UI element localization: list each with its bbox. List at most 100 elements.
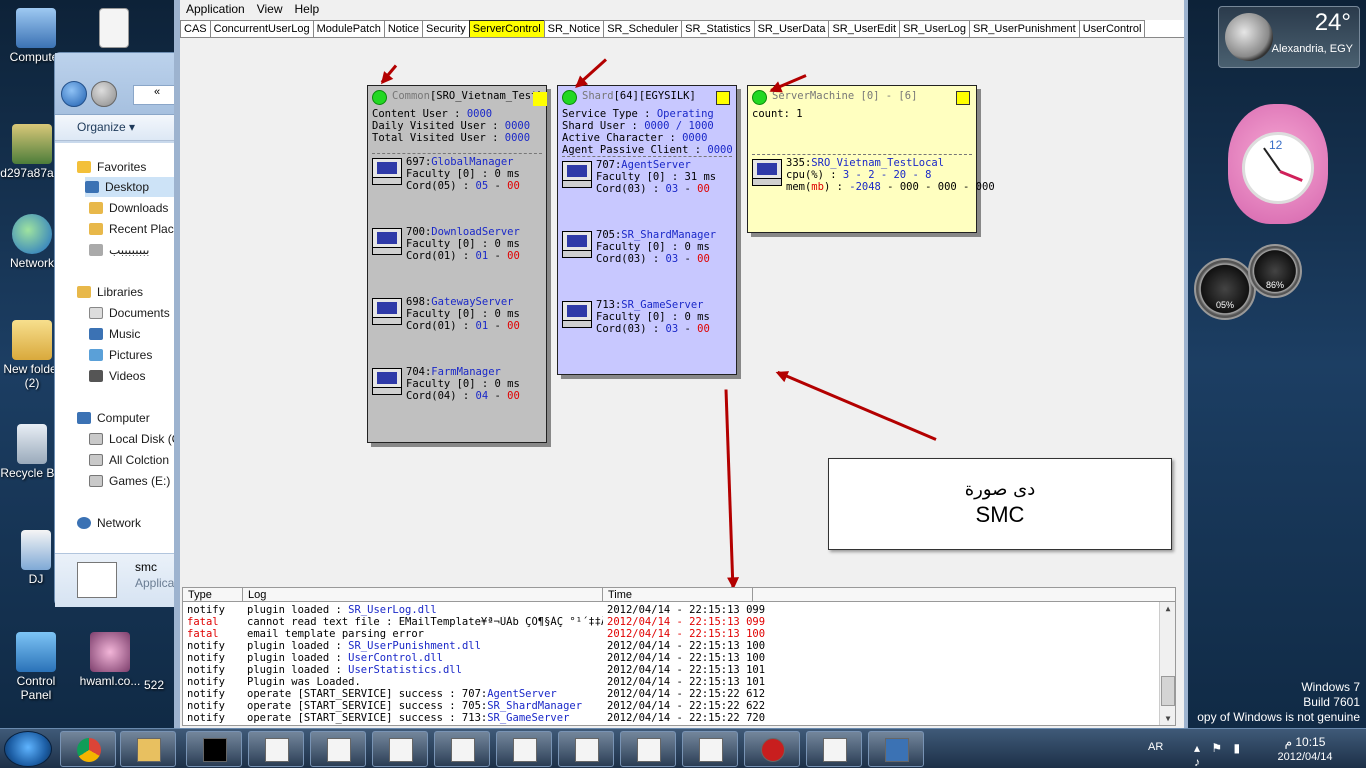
log-row[interactable]: notify plugin loaded : SR_UserPunishment.… bbox=[183, 640, 1161, 652]
scroll-thumb[interactable] bbox=[1161, 676, 1175, 706]
tray-icons[interactable]: ▴ ⚑ ▮ ♪ bbox=[1194, 741, 1258, 768]
weather-gadget[interactable]: 24° Alexandria, EGY bbox=[1218, 6, 1360, 68]
scroll-down-icon[interactable]: ▼ bbox=[1160, 712, 1175, 725]
log-row[interactable]: notify plugin loaded : UserControl.dll 201… bbox=[183, 652, 1161, 664]
taskbar-explorer[interactable] bbox=[120, 731, 176, 767]
scroll-up-icon[interactable]: ▲ bbox=[1160, 602, 1175, 616]
menu-application[interactable]: Application bbox=[180, 0, 251, 19]
star-icon bbox=[77, 161, 91, 173]
desktop-icon-label: hwaml.co... bbox=[79, 674, 141, 688]
log-row[interactable]: notify operate [START_SERVICE] success : … bbox=[183, 700, 1161, 712]
tray-date[interactable]: 2012/04/14 bbox=[1270, 751, 1340, 763]
cpu-meter-gadget[interactable]: 05% 86% bbox=[1190, 244, 1308, 336]
shard-panel[interactable]: Shard[64][EGYSILK] Service Type : Operat… bbox=[557, 85, 737, 375]
log-row[interactable]: notify operate [START_SERVICE] success : … bbox=[183, 712, 1161, 724]
moon-icon bbox=[1225, 13, 1273, 61]
line-value: Operating bbox=[656, 108, 714, 120]
log-time: 2012/04/14 - 22:15:13 101 bbox=[607, 676, 766, 688]
col-time[interactable]: Time bbox=[603, 588, 753, 602]
server-agentserver[interactable]: 707:AgentServer Faculty [0] : 31 ms Cord… bbox=[558, 157, 736, 227]
tab-sr-notice[interactable]: SR_Notice bbox=[543, 20, 605, 37]
taskbar-app[interactable] bbox=[372, 731, 428, 767]
log-row[interactable]: fatal cannot read text file : EMailTempla… bbox=[183, 616, 1161, 628]
col-log[interactable]: Log bbox=[243, 588, 603, 602]
taskbar-app[interactable] bbox=[496, 731, 552, 767]
tab-usercontrol[interactable]: UserControl bbox=[1078, 20, 1146, 37]
taskbar-game[interactable] bbox=[744, 731, 800, 767]
line-value: 0000 / 1000 bbox=[644, 120, 714, 132]
log-row[interactable]: notify plugin loaded : UserStatistics.dll… bbox=[183, 664, 1161, 676]
nav-label: Downloads bbox=[109, 201, 169, 215]
tab-sr-useredit[interactable]: SR_UserEdit bbox=[828, 20, 901, 37]
tab-sr-statistics[interactable]: SR_Statistics bbox=[681, 20, 755, 37]
server-sr-gameserver[interactable]: 713:SR_GameServer Faculty [0] : 0 ms Cor… bbox=[558, 297, 736, 367]
nav-label: Desktop bbox=[105, 180, 150, 194]
server-gatewayserver[interactable]: 698:GatewayServer Faculty [0] : 0 ms Cor… bbox=[368, 294, 546, 364]
taskbar-cmd[interactable] bbox=[186, 731, 242, 767]
tab-cas[interactable]: CAS bbox=[180, 20, 211, 37]
server-downloadserver[interactable]: 700:DownloadServer Faculty [0] : 0 ms Co… bbox=[368, 224, 546, 294]
server-farmmanager[interactable]: 704:FarmManager Faculty [0] : 0 ms Cord(… bbox=[368, 364, 546, 434]
start-button[interactable] bbox=[4, 731, 52, 767]
menu-bar: Application View Help bbox=[180, 0, 1184, 19]
taskbar-smc[interactable] bbox=[806, 731, 862, 767]
tab-sr-userpunishment[interactable]: SR_UserPunishment bbox=[969, 20, 1080, 37]
tab-notice[interactable]: Notice bbox=[383, 20, 424, 37]
taskbar-chrome[interactable] bbox=[60, 731, 116, 767]
server-globalmanager[interactable]: 697:GlobalManager Faculty [0] : 0 ms Cor… bbox=[368, 154, 546, 224]
taskbar-book[interactable] bbox=[868, 731, 924, 767]
menu-help[interactable]: Help bbox=[289, 0, 326, 19]
tab-sr-scheduler[interactable]: SR_Scheduler bbox=[603, 20, 683, 37]
tab-security[interactable]: Security bbox=[422, 20, 470, 37]
server-faculty: Faculty [0] : 0 ms bbox=[406, 378, 520, 390]
server-name: GlobalManager bbox=[431, 156, 514, 168]
common-yellow-marker bbox=[533, 92, 547, 106]
nav-label: Documents bbox=[109, 306, 170, 320]
taskbar-app[interactable] bbox=[558, 731, 614, 767]
tab-modulepatch[interactable]: ModulePatch bbox=[312, 20, 385, 37]
log-type: notify bbox=[187, 712, 225, 724]
taskbar-app[interactable] bbox=[248, 731, 304, 767]
col-type[interactable]: Type bbox=[183, 588, 243, 602]
menu-view[interactable]: View bbox=[251, 0, 289, 19]
taskbar-app[interactable] bbox=[682, 731, 738, 767]
back-arrow-icon[interactable] bbox=[61, 81, 87, 107]
taskbar-app[interactable] bbox=[620, 731, 676, 767]
tab-sr-userdata[interactable]: SR_UserData bbox=[753, 20, 830, 37]
log-link: SR_UserLog.dll bbox=[348, 604, 437, 616]
machine-server-sro-vietnam-testlocal[interactable]: 335:SRO_Vietnam_TestLocal cpu(%) : 3 - 2… bbox=[748, 155, 995, 205]
clock-gadget[interactable]: 12 bbox=[1228, 104, 1328, 224]
cord-a: 01 bbox=[475, 320, 489, 332]
status-green-icon bbox=[752, 90, 767, 105]
servermachine-panel[interactable]: ServerMachine [0] - [6] count: 1 335:SRO… bbox=[747, 85, 995, 233]
file-522-icon[interactable]: 522 bbox=[134, 678, 174, 692]
tab-concurrentuserlog[interactable]: ConcurrentUserLog bbox=[209, 20, 314, 37]
language-indicator[interactable]: AR bbox=[1148, 741, 1163, 753]
documents-icon bbox=[89, 307, 103, 319]
desktop-icon-label: New folder (2) bbox=[3, 362, 61, 390]
organize-button[interactable]: Organize ▾ bbox=[55, 115, 179, 141]
tab-sr-userlog[interactable]: SR_UserLog bbox=[899, 20, 970, 37]
cord-a: 03 bbox=[665, 183, 679, 195]
server-name: SRO_Vietnam_TestLocal bbox=[811, 157, 945, 169]
taskbar-app[interactable] bbox=[310, 731, 366, 767]
log-row[interactable]: notify plugin loaded : SR_UserLog.dll 2012… bbox=[183, 604, 1161, 616]
log-row[interactable]: notify operate [START_SERVICE] success : … bbox=[183, 688, 1161, 700]
common-panel[interactable]: Common[SRO_Vietnam_TestL Content User : … bbox=[367, 85, 547, 443]
server-sr-shardmanager[interactable]: 705:SR_ShardManager Faculty [0] : 0 ms C… bbox=[558, 227, 736, 297]
tab-servercontrol[interactable]: ServerControl bbox=[468, 20, 545, 37]
taskbar-app[interactable] bbox=[434, 731, 490, 767]
tray-time[interactable]: 10:15 م bbox=[1270, 735, 1340, 749]
log-scrollbar[interactable]: ▲ ▼ bbox=[1159, 602, 1175, 725]
server-id: 704: bbox=[406, 366, 432, 378]
log-row[interactable]: fatal email template parsing error 2012/04… bbox=[183, 628, 1161, 640]
log-row[interactable]: notify Plugin was Loaded. 2012/04/14 - 22:… bbox=[183, 676, 1161, 688]
document-icon[interactable] bbox=[78, 8, 150, 50]
log-time: 2012/04/14 - 22:15:22 622 bbox=[607, 700, 766, 712]
log-time: 2012/04/14 - 22:15:22 720 bbox=[607, 712, 766, 724]
control-panel-icon[interactable]: Control Panel bbox=[0, 632, 72, 702]
nav-label: Favorites bbox=[97, 160, 147, 174]
server-faculty: Faculty [0] : 0 ms bbox=[406, 308, 520, 320]
recent-places-icon bbox=[89, 223, 103, 235]
forward-arrow-icon[interactable] bbox=[91, 81, 117, 107]
